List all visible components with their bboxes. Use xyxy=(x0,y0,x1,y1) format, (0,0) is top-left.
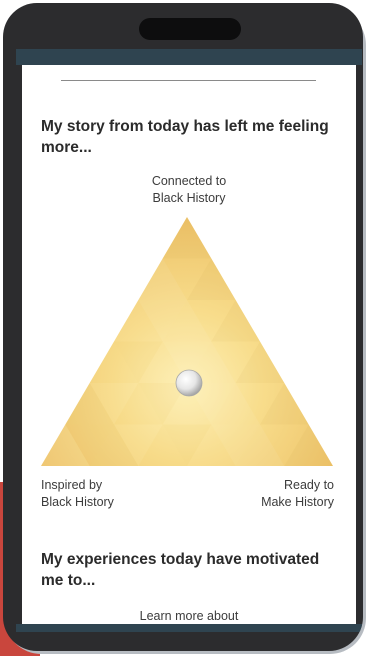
app-screen[interactable]: My story from today has left me feeling … xyxy=(22,65,356,624)
triad-slider-knob[interactable] xyxy=(175,369,203,397)
question-motivated-heading: My experiences today have motivated me t… xyxy=(41,551,320,589)
triad-label-ready: Ready to Make History xyxy=(261,478,334,509)
phone-speaker xyxy=(139,18,241,40)
phone-frame: My story from today has left me feeling … xyxy=(3,3,363,651)
question-feeling-heading: My story from today has left me feeling … xyxy=(41,118,329,156)
triad-label-connected: Connected to Black History xyxy=(151,174,227,205)
triangle-facet xyxy=(162,217,212,259)
triangle-facets xyxy=(41,217,333,466)
screen-top-bar xyxy=(16,49,362,65)
triad-triangle[interactable] xyxy=(41,217,337,479)
section-divider xyxy=(61,80,316,81)
triad-label-inspired: Inspired by Black History xyxy=(41,478,114,509)
stage: My story from today has left me feeling … xyxy=(0,0,368,656)
screen-bottom-bar xyxy=(16,624,362,632)
option-learn-more[interactable]: Learn more about xyxy=(89,608,289,624)
